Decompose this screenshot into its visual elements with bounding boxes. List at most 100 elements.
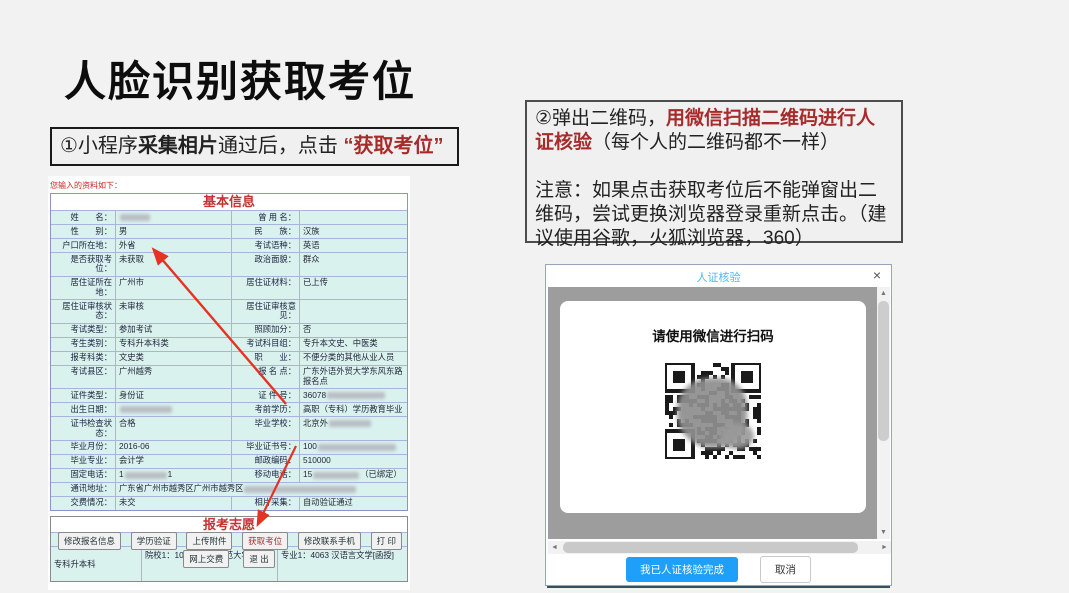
modify-info-button[interactable]: 修改报名信息 [58, 532, 121, 550]
field-label: 交费情况： [51, 497, 115, 510]
field-label: 报 名 点： [231, 366, 299, 389]
table-row: 居住证所在地：广州市居住证材料：已上传 [51, 276, 407, 300]
scroll-left-icon[interactable]: ◄ [548, 541, 561, 554]
field-value: 2016-06 [115, 441, 231, 454]
field-label: 曾 用 名： [231, 211, 299, 224]
cell-text: 广东省广州市越秀区广州市越秀区 [119, 483, 243, 493]
step1-bold: 采集相片 [138, 135, 218, 157]
table-row: 毕业专业： 会计学 邮政编码： 510000 [51, 454, 407, 468]
field-value: 自动验证通过 [299, 497, 407, 510]
table-row: 性 别：男民 族：汉族 [51, 224, 407, 238]
form-buttons-row1: 修改报名信息学历验证上传附件获取考位修改联系手机打 印 [58, 532, 402, 550]
table-row: 居住证审核状态：未审核居住证审核意见： [51, 299, 407, 323]
table-row: 通讯地址：广东省广州市越秀区广州市越秀区 [51, 482, 407, 496]
table-row: 户口所在地：外省考试语种：英语 [51, 238, 407, 252]
field-label: 证 件 号： [231, 389, 299, 402]
vertical-scrollbar[interactable]: ▲ ▼ [877, 287, 890, 539]
field-value [299, 211, 407, 224]
redacted-value [244, 486, 356, 493]
horizontal-scrollbar[interactable]: ◄ ► [548, 541, 891, 554]
get-seat-button[interactable]: 获取考位 [242, 532, 288, 550]
cell-text: 专升本文史、中医类 [303, 338, 378, 348]
table-row: 出生日期：考前学历：高职（专科）学历教育毕业 [51, 402, 407, 416]
field-value: 文史类 [115, 352, 231, 365]
field-value: 不便分类的其他从业人员 [299, 352, 407, 365]
credential-verify-button[interactable]: 学历验证 [131, 532, 177, 550]
field-label: 户口所在地： [51, 239, 115, 252]
field-label: 证书检查状态： [51, 417, 115, 440]
table-row: 交费情况：未交相片采集： 自动验证通过 [51, 496, 407, 510]
cell-text: 身份证 [119, 390, 144, 400]
cell-text: 1 [168, 469, 173, 479]
cell-text: 群众 [303, 254, 320, 264]
volunteer-title: 报考志愿 [51, 517, 407, 532]
field-value: 广东外语外贸大学东风东路报名点 [299, 366, 407, 389]
field-label: 毕业月份： [51, 441, 115, 454]
field-label: 固定电话： [51, 469, 115, 482]
cell-text: 会计学 [119, 455, 144, 465]
page-title: 人脸识别获取考位 [64, 48, 416, 109]
scroll-up-icon[interactable]: ▲ [877, 287, 890, 300]
field-value: 外省 [115, 239, 231, 252]
field-label: 是否获取考位： [51, 253, 115, 276]
upload-attachment-button[interactable]: 上传附件 [186, 532, 232, 550]
vertical-scrollbar-thumb[interactable] [878, 301, 889, 441]
scroll-right-icon[interactable]: ► [878, 541, 891, 554]
dialog-title: 人证核验 [546, 269, 891, 285]
cell-text: 510000 [303, 455, 331, 465]
basic-info-table: 基本信息 姓 名：曾 用 名：性 别：男民 族：汉族户口所在地：外省考试语种：英… [50, 193, 408, 511]
field-label: 相片采集： [231, 497, 299, 510]
field-value: 11 [115, 469, 231, 482]
redacted-value [318, 444, 396, 451]
online-pay-button[interactable]: 网上交费 [183, 550, 229, 568]
field-value: 专科升本科类 [115, 338, 231, 351]
close-icon[interactable]: × [873, 268, 881, 282]
field-label: 居住证材料： [231, 277, 299, 300]
cancel-button[interactable]: 取消 [760, 556, 811, 583]
print-button[interactable]: 打 印 [371, 532, 402, 550]
field-label: 考生类别： [51, 338, 115, 351]
cell-text: 广州越秀 [119, 366, 152, 376]
cell-text: 自动验证通过 [303, 497, 353, 507]
field-value: 广州越秀 [115, 366, 231, 389]
table-row: 考试县区：广州越秀报 名 点：广东外语外贸大学东风东路报名点 [51, 365, 407, 389]
cell-text: 广州市 [119, 277, 144, 287]
step1-instruction: ①小程序采集相片通过后，点击 “获取考位” [50, 127, 459, 166]
basic-info-rows: 姓 名：曾 用 名：性 别：男民 族：汉族户口所在地：外省考试语种：英语是否获取… [51, 210, 407, 510]
field-value: 未审核 [115, 300, 231, 323]
field-label: 毕业学校： [231, 417, 299, 440]
step2-text: ②弹出二维码， [535, 108, 666, 129]
horizontal-scrollbar-thumb[interactable] [563, 542, 858, 553]
field-value: 15（已绑定） [299, 469, 407, 482]
step2-suffix: （每个人的二维码都不一样） [592, 132, 839, 153]
cell-text: （已绑定） [360, 469, 402, 479]
redacted-value [120, 406, 172, 413]
field-label: 邮政编码： [231, 455, 299, 468]
redacted-value [125, 472, 167, 479]
dialog-content-area: 请使用微信进行扫码 [548, 287, 878, 539]
field-label: 毕业专业： [51, 455, 115, 468]
field-value: 未交 [115, 497, 231, 510]
field-value: 广东省广州市越秀区广州市越秀区 [115, 483, 407, 496]
table-row: 毕业月份：2016-06毕业证书号：100 [51, 440, 407, 454]
field-label: 职 业： [231, 352, 299, 365]
field-value: 高职（专科）学历教育毕业 [299, 403, 407, 416]
cell-text: 文史类 [119, 352, 144, 362]
field-value: 未获取 [115, 253, 231, 276]
field-value: 会计学 [115, 455, 231, 468]
field-value: 36078 [299, 389, 407, 402]
exit-button[interactable]: 退 出 [243, 550, 274, 568]
cell-text: 2016-06 [119, 441, 149, 451]
step2-note: 注意：如果点击获取考位后不能弹窗出二维码，尝试更换浏览器登录重新点击。（建议使用… [535, 180, 887, 249]
field-label: 照顾加分： [231, 324, 299, 337]
modify-phone-button[interactable]: 修改联系手机 [298, 532, 361, 550]
cell-text: 未审核 [119, 301, 144, 311]
field-label: 出生日期： [51, 403, 115, 416]
table-row: 报考科类：文史类职 业：不便分类的其他从业人员 [51, 351, 407, 365]
qr-blur-overlay [720, 423, 754, 449]
scroll-down-icon[interactable]: ▼ [877, 526, 890, 539]
cell-text: 高职（专科）学历教育毕业 [303, 404, 403, 414]
redacted-value [329, 420, 371, 427]
field-label: 政治面貌： [231, 253, 299, 276]
verify-done-button[interactable]: 我已人证核验完成 [626, 557, 738, 582]
